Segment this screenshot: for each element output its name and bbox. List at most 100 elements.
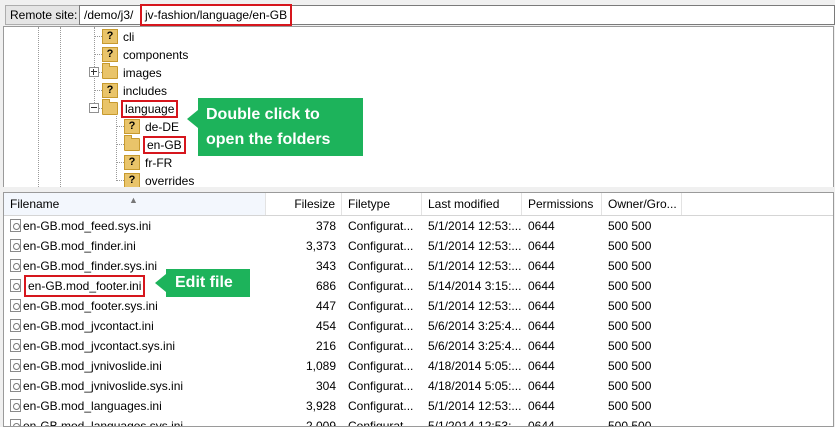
file-type: Configurat... bbox=[348, 279, 414, 293]
tree-line bbox=[94, 27, 95, 105]
file-modified: 4/18/2014 5:05:... bbox=[428, 379, 522, 393]
tree-item-en-gb[interactable]: en-GB bbox=[124, 135, 186, 154]
file-type: Configurat... bbox=[348, 299, 414, 313]
tree-line bbox=[116, 113, 117, 179]
file-row[interactable]: en-GB.mod_finder.ini 3,373 Configurat... 5/… bbox=[4, 236, 833, 256]
file-name: en-GB.mod_languages.ini bbox=[23, 399, 162, 413]
file-row[interactable]: en-GB.mod_footer.ini 686 Configurat... 5/14… bbox=[4, 275, 833, 297]
tree-item-cli[interactable]: ? cli bbox=[102, 27, 136, 45]
column-permissions[interactable]: Permissions bbox=[522, 193, 602, 215]
callout-line-2: open the folders bbox=[206, 131, 331, 148]
file-type: Configurat... bbox=[348, 319, 414, 333]
file-modified: 5/1/2014 12:53:... bbox=[428, 299, 522, 313]
file-permissions: 0644 bbox=[528, 399, 555, 413]
sort-ascending-icon: ▲ bbox=[129, 195, 138, 205]
file-name: en-GB.mod_languages.sys.ini bbox=[23, 419, 184, 427]
file-modified: 4/18/2014 5:05:... bbox=[428, 359, 522, 373]
file-owner: 500 500 bbox=[608, 299, 652, 313]
file-type: Configurat... bbox=[348, 239, 414, 253]
unknown-folder-icon: ? bbox=[124, 119, 140, 135]
file-row[interactable]: en-GB.mod_jvnivoslide.ini 1,089 Configurat… bbox=[4, 356, 833, 376]
file-owner: 500 500 bbox=[608, 319, 652, 333]
remote-directory-tree[interactable]: ? cli? components images? includes language? d… bbox=[3, 26, 834, 188]
file-owner: 500 500 bbox=[608, 279, 652, 293]
file-size: 304 bbox=[315, 379, 336, 393]
collapse-icon[interactable] bbox=[89, 103, 99, 113]
tree-item-components[interactable]: ? components bbox=[102, 45, 190, 63]
file-size: 216 bbox=[315, 339, 336, 353]
tree-item-overrides[interactable]: ? overrides bbox=[124, 171, 196, 188]
file-owner: 500 500 bbox=[608, 379, 652, 393]
file-name: en-GB.mod_jvnivoslide.ini bbox=[23, 359, 162, 373]
tree-item-label: de-DE bbox=[145, 119, 180, 134]
column-filename[interactable]: Filename ▲ bbox=[4, 193, 266, 215]
tree-item-language[interactable]: language bbox=[102, 99, 179, 118]
file-modified: 5/1/2014 12:53:... bbox=[428, 239, 522, 253]
tree-item-images[interactable]: images bbox=[102, 63, 164, 81]
tree-line bbox=[116, 180, 124, 181]
file-permissions: 0644 bbox=[528, 219, 555, 233]
file-row[interactable]: en-GB.mod_feed.sys.ini 378 Configurat... 5/… bbox=[4, 216, 833, 236]
file-modified: 5/1/2014 12:53:... bbox=[428, 399, 522, 413]
tree-item-includes[interactable]: ? includes bbox=[102, 81, 169, 99]
config-file-icon bbox=[10, 339, 21, 352]
folder-icon bbox=[102, 99, 118, 116]
file-name: en-GB.mod_jvcontact.sys.ini bbox=[23, 339, 176, 353]
column-owner-group[interactable]: Owner/Gro... bbox=[602, 193, 682, 215]
config-file-icon bbox=[10, 359, 21, 372]
tree-item-label: overrides bbox=[145, 173, 195, 188]
column-filetype-label: Filetype bbox=[348, 197, 391, 211]
file-permissions: 0644 bbox=[528, 299, 555, 313]
unknown-folder-icon: ? bbox=[102, 29, 118, 45]
file-row[interactable]: en-GB.mod_languages.sys.ini 2,009 Configur… bbox=[4, 416, 833, 427]
tree-line bbox=[116, 162, 124, 163]
file-row[interactable]: en-GB.mod_finder.sys.ini 343 Configurat...… bbox=[4, 256, 833, 276]
tree-item-label: components bbox=[123, 47, 189, 62]
config-file-icon bbox=[10, 399, 21, 412]
file-modified: 5/1/2014 12:53:... bbox=[428, 219, 522, 233]
file-size: 1,089 bbox=[305, 359, 336, 373]
tree-item-label: includes bbox=[123, 83, 168, 98]
tree-item-fr-fr[interactable]: ? fr-FR bbox=[124, 153, 174, 171]
expand-icon[interactable] bbox=[89, 67, 99, 77]
file-name: en-GB.mod_finder.sys.ini bbox=[23, 259, 158, 273]
file-row[interactable]: en-GB.mod_footer.sys.ini 447 Configurat...… bbox=[4, 296, 833, 316]
file-name: en-GB.mod_jvcontact.ini bbox=[23, 319, 154, 333]
file-size: 343 bbox=[315, 259, 336, 273]
tree-item-label: language bbox=[121, 99, 179, 118]
file-name: en-GB.mod_footer.sys.ini bbox=[23, 299, 158, 313]
file-name: en-GB.mod_jvnivoslide.sys.ini bbox=[23, 379, 184, 393]
folder-icon bbox=[124, 135, 140, 152]
file-type: Configurat... bbox=[348, 399, 414, 413]
tree-line bbox=[94, 54, 102, 55]
remote-file-list[interactable]: Filename ▲ Filesize Filetype Last modifi… bbox=[3, 192, 834, 427]
file-row[interactable]: en-GB.mod_jvcontact.ini 454 Configurat... 5… bbox=[4, 316, 833, 336]
file-permissions: 0644 bbox=[528, 339, 555, 353]
column-filesize[interactable]: Filesize bbox=[266, 193, 342, 215]
column-filetype[interactable]: Filetype bbox=[342, 193, 422, 215]
tree-item-de-de[interactable]: ? de-DE bbox=[124, 117, 181, 135]
file-permissions: 0644 bbox=[528, 379, 555, 393]
column-last-modified[interactable]: Last modified bbox=[422, 193, 522, 215]
file-owner: 500 500 bbox=[608, 339, 652, 353]
config-file-icon bbox=[10, 279, 21, 292]
file-size: 454 bbox=[315, 319, 336, 333]
config-file-icon bbox=[10, 419, 21, 426]
file-size: 2,009 bbox=[305, 419, 336, 427]
file-row[interactable]: en-GB.mod_jvnivoslide.sys.ini 304 Configur… bbox=[4, 376, 833, 396]
file-type: Configurat... bbox=[348, 359, 414, 373]
file-permissions: 0644 bbox=[528, 419, 555, 427]
unknown-folder-icon: ? bbox=[102, 47, 118, 63]
file-modified: 5/1/2014 12:53:... bbox=[428, 259, 522, 273]
file-name: en-GB.mod_feed.sys.ini bbox=[23, 219, 152, 233]
remote-path-input[interactable]: /demo/j3/ jv-fashion/language/en-GB bbox=[79, 4, 835, 26]
file-name: en-GB.mod_footer.ini bbox=[24, 275, 146, 297]
tree-line bbox=[116, 144, 124, 145]
config-file-icon bbox=[10, 319, 21, 332]
file-modified: 5/6/2014 3:25:4... bbox=[428, 339, 522, 353]
file-row[interactable]: en-GB.mod_languages.ini 3,928 Configurat..… bbox=[4, 396, 833, 416]
config-file-icon bbox=[10, 219, 21, 232]
file-size: 3,373 bbox=[305, 239, 336, 253]
file-row[interactable]: en-GB.mod_jvcontact.sys.ini 216 Configurat… bbox=[4, 336, 833, 356]
path-highlight: jv-fashion/language/en-GB bbox=[140, 4, 293, 26]
